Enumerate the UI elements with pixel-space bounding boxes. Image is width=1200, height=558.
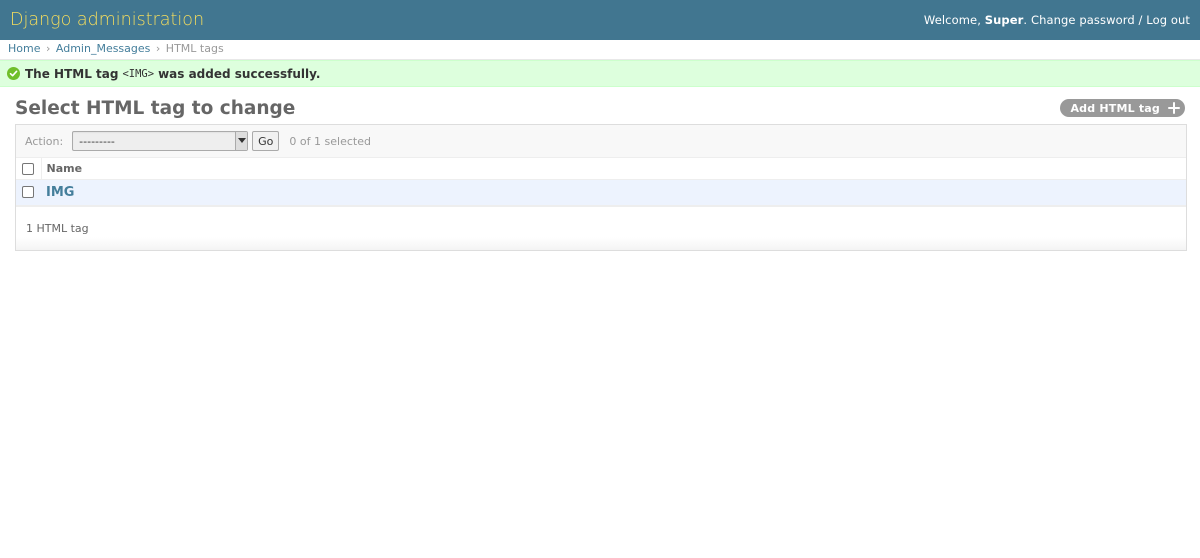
table-header-row: Name — [16, 158, 1186, 180]
plus-icon — [1167, 101, 1181, 115]
message-prefix: The HTML tag — [25, 66, 119, 81]
message-code: <IMG> — [122, 67, 155, 80]
go-button[interactable]: Go — [252, 131, 280, 151]
add-html-tag-button[interactable]: Add HTML tag — [1060, 99, 1185, 117]
actions-bar: Action: --------- Go 0 of 1 selected — [16, 125, 1186, 158]
site-branding: Django administration — [10, 10, 205, 30]
select-all-checkbox[interactable] — [22, 162, 34, 175]
header: Django administration Welcome, Super. Ch… — [0, 0, 1200, 40]
breadcrumb-separator: › — [45, 42, 51, 55]
chevron-down-icon — [235, 132, 248, 150]
success-message: The HTML tag <IMG> was added successfull… — [0, 60, 1200, 87]
logout-link[interactable]: Log out — [1146, 13, 1190, 27]
content: Select HTML tag to change Add HTML tag A… — [0, 87, 1200, 251]
change-password-link[interactable]: Change password — [1031, 13, 1135, 27]
user-tools-separator: / — [1138, 13, 1143, 27]
action-select-value: --------- — [79, 134, 115, 148]
message-list: The HTML tag <IMG> was added successfull… — [0, 60, 1200, 87]
username: Super — [984, 13, 1024, 27]
check-circle-icon — [7, 67, 20, 80]
user-tools: Welcome, Super. Change password / Log ou… — [923, 13, 1190, 27]
row-name-link[interactable]: IMG — [46, 185, 74, 200]
page-title: Select HTML tag to change — [15, 97, 296, 119]
page-header: Select HTML tag to change Add HTML tag — [15, 95, 1185, 121]
row-name-cell: IMG — [41, 179, 1186, 206]
results-table: Name IMG — [16, 158, 1186, 206]
action-label: Action: — [25, 134, 64, 148]
breadcrumb-home[interactable]: Home — [8, 42, 40, 55]
changelist: Action: --------- Go 0 of 1 selected Nam… — [15, 124, 1187, 251]
action-select[interactable]: --------- — [72, 131, 249, 151]
row-checkbox-cell — [16, 179, 41, 206]
add-button-label: Add HTML tag — [1070, 101, 1160, 115]
table-row: IMG — [16, 179, 1186, 206]
paginator: 1 HTML tag — [16, 205, 1186, 250]
select-all-column — [16, 158, 42, 180]
breadcrumb: Home › Admin_Messages › HTML tags — [0, 40, 1200, 60]
breadcrumb-app[interactable]: Admin_Messages — [56, 42, 151, 55]
message-suffix: was added successfully. — [158, 66, 321, 81]
row-checkbox[interactable] — [22, 186, 34, 198]
breadcrumb-current: HTML tags — [165, 42, 224, 55]
column-header-name[interactable]: Name — [41, 158, 1186, 180]
selection-counter: 0 of 1 selected — [289, 134, 371, 148]
welcome-text: Welcome, — [923, 13, 981, 27]
breadcrumb-separator: › — [155, 42, 161, 55]
